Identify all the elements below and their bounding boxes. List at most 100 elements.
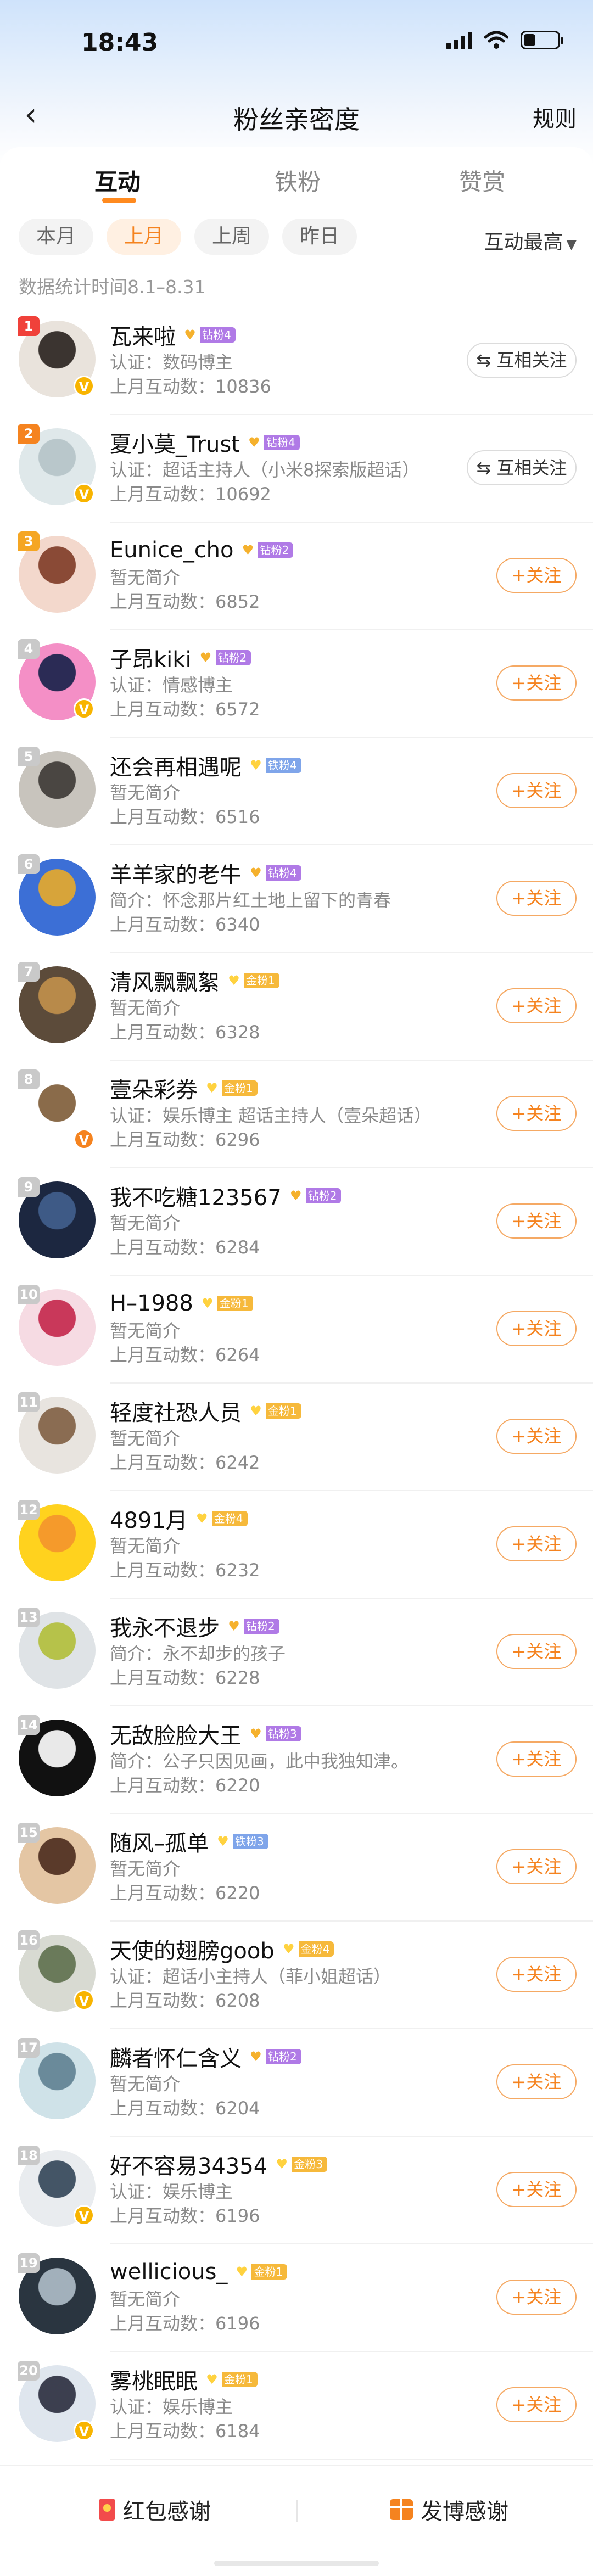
avatar-container[interactable]: 13 <box>18 1608 96 1689</box>
fan-info: H–1988 ♥ 金粉1 暂无简介 上月互动数：6264 <box>110 1288 467 1367</box>
avatar-container[interactable]: 19 <box>18 2253 96 2334</box>
fan-name[interactable]: 轻度社恐人员 <box>110 1395 242 1427</box>
fan-name[interactable]: 瓦来啦 <box>110 319 176 351</box>
post-thanks-button[interactable]: 发博感谢 <box>390 2494 508 2525</box>
fan-name[interactable]: 随风–孤单 <box>110 1825 209 1857</box>
avatar-container[interactable]: 15 <box>18 1823 96 1904</box>
avatar-container[interactable]: 5 <box>18 747 96 828</box>
mutual-follow-button[interactable]: ⇆ 互相关注 <box>467 343 577 378</box>
fan-name[interactable]: 子昂kiki <box>110 642 192 674</box>
fan-row[interactable]: 16 V 天使的翅膀goob ♥ 金粉4 认证：超话小主持人（菲小姐超话） 上月互动数：62… <box>0 1922 593 2029</box>
follow-button[interactable]: +关注 <box>496 558 577 593</box>
follow-button[interactable]: +关注 <box>496 1634 577 1669</box>
fan-name[interactable]: 好不容易34354 <box>110 2148 267 2180</box>
avatar-container[interactable]: 17 <box>18 2038 96 2119</box>
fan-row[interactable]: 17 麟者怀仁含义 ♥ 钻粉2 暂无简介 上月互动数：6204 +关注 <box>0 2029 593 2137</box>
fan-row[interactable]: 3 Eunice_cho ♥ 钻粉2 暂无简介 上月互动数：6852 +关注 <box>0 523 593 630</box>
avatar-container[interactable]: 10 <box>18 1285 96 1366</box>
rules-link[interactable]: 规则 <box>533 101 577 133</box>
follow-button[interactable]: +关注 <box>496 1957 577 1992</box>
rank-badge: 10 <box>18 1285 40 1304</box>
fan-name[interactable]: 雾桃眠眠 <box>110 2364 198 2395</box>
fan-row[interactable]: 1 V 瓦来啦 ♥ 钻粉4 认证：数码博主 上月互动数：10836 ⇆ 互相关注 <box>0 307 593 415</box>
fan-name[interactable]: 4891月 <box>110 1503 188 1535</box>
fan-info: 雾桃眠眠 ♥ 金粉1 认证：娱乐博主 上月互动数：6184 <box>110 2364 467 2443</box>
follow-button[interactable]: +关注 <box>496 1096 577 1131</box>
fan-name[interactable]: H–1988 <box>110 1291 193 1316</box>
follow-button[interactable]: +关注 <box>496 881 577 916</box>
avatar-container[interactable]: 14 <box>18 1715 96 1796</box>
fan-name[interactable]: 无敌脸脸大王 <box>110 1718 242 1750</box>
follow-button[interactable]: +关注 <box>496 2172 577 2207</box>
avatar-container[interactable]: 16 V <box>18 1930 96 2012</box>
fan-row[interactable]: 5 还会再相遇呢 ♥ 铁粉4 暂无简介 上月互动数：6516 +关注 <box>0 738 593 845</box>
tab-appreciation[interactable]: 赞赏 <box>459 164 505 197</box>
avatar-container[interactable]: 6 <box>18 854 96 936</box>
avatar-container[interactable]: 18 V <box>18 2146 96 2227</box>
fan-row[interactable]: 19 wellicious_ ♥ 金粉1 暂无简介 上月互动数：6196 +关注 <box>0 2244 593 2352</box>
avatar-container[interactable]: 20 V <box>18 2361 96 2442</box>
fan-row[interactable]: 9 我不吃糖123567 ♥ 钻粉2 暂无简介 上月互动数：6284 +关注 <box>0 1168 593 1276</box>
fan-name[interactable]: 羊羊家的老牛 <box>110 857 242 889</box>
avatar-container[interactable]: 7 <box>18 962 96 1043</box>
fan-row[interactable]: 6 羊羊家的老牛 ♥ 钻粉4 简介：怀念那片红土地上留下的青春 上月互动数：6340 +关注 <box>0 845 593 953</box>
fan-level-label: 金粉1 <box>222 2372 258 2387</box>
tab-interaction[interactable]: 互动 <box>94 164 141 197</box>
tab-iron-fans[interactable]: 铁粉 <box>275 164 321 197</box>
mutual-follow-button[interactable]: ⇆ 互相关注 <box>467 450 577 485</box>
avatar-container[interactable]: 1V <box>18 316 96 397</box>
fan-name[interactable]: 清风飘飘絮 <box>110 965 220 996</box>
fan-row[interactable]: 10 H–1988 ♥ 金粉1 暂无简介 上月互动数：6264 +关注 <box>0 1276 593 1384</box>
follow-button[interactable]: +关注 <box>496 1203 577 1239</box>
battery-level <box>524 34 535 46</box>
fan-row[interactable]: 18 V 好不容易34354 ♥ 金粉3 认证：娱乐博主 上月互动数：6196 +关注 <box>0 2137 593 2244</box>
follow-button[interactable]: +关注 <box>496 2387 577 2422</box>
fan-name[interactable]: 还会再相遇呢 <box>110 749 242 781</box>
red-packet-thanks-button[interactable]: 红包感谢 <box>99 2494 211 2525</box>
avatar-container[interactable]: 3 <box>18 531 96 613</box>
follow-button[interactable]: +关注 <box>496 1311 577 1346</box>
avatar-container[interactable]: 4V <box>18 639 96 720</box>
filter-last-month[interactable]: 上月 <box>107 219 182 255</box>
fan-name[interactable]: 麟者怀仁含义 <box>110 2041 242 2073</box>
fan-name[interactable]: 我不吃糖123567 <box>110 1180 282 1212</box>
follow-button[interactable]: +关注 <box>496 1741 577 1777</box>
avatar-container[interactable]: 9 <box>18 1177 96 1258</box>
filter-this-month[interactable]: 本月 <box>19 219 94 255</box>
name-line: 好不容易34354 ♥ 金粉3 <box>110 2149 467 2180</box>
fan-row[interactable]: 20 V 雾桃眠眠 ♥ 金粉1 认证：娱乐博主 上月互动数：6184 +关注 <box>0 2352 593 2460</box>
fan-row[interactable]: 15 随风–孤单 ♥ 铁粉3 暂无简介 上月互动数：6220 +关注 <box>0 1814 593 1922</box>
fan-row[interactable]: 8 V 壹朵彩券 ♥ 金粉1 认证：娱乐博主 超话主持人（壹朵超话） 上月互动数：6296 +… <box>0 1061 593 1168</box>
fan-row[interactable]: 12 4891月 ♥ 金粉4 暂无简介 上月互动数：6232 +关注 <box>0 1491 593 1599</box>
sort-dropdown[interactable]: 互动最高 ▼ <box>484 226 577 255</box>
fan-row[interactable]: 7 清风飘飘絮 ♥ 金粉1 暂无简介 上月互动数：6328 +关注 <box>0 953 593 1061</box>
follow-button[interactable]: +关注 <box>496 665 577 701</box>
fan-row[interactable]: 11 轻度社恐人员 ♥ 金粉1 暂无简介 上月互动数：6242 +关注 <box>0 1384 593 1491</box>
interaction-count: 上月互动数：10836 <box>110 376 271 397</box>
avatar-container[interactable]: 2V <box>18 424 96 505</box>
follow-button[interactable]: +关注 <box>496 1419 577 1454</box>
fan-name[interactable]: 壹朵彩券 <box>110 1072 198 1104</box>
fan-row[interactable]: 2 V 夏小莫_Trust ♥ 钻粉4 认证：超话主持人（小米8探索版超话） 上月互动数：1… <box>0 415 593 523</box>
avatar-container[interactable]: 11 <box>18 1392 96 1474</box>
follow-button[interactable]: +关注 <box>496 1849 577 1884</box>
filter-last-week[interactable]: 上周 <box>194 219 270 255</box>
fan-name[interactable]: Eunice_cho <box>110 537 234 563</box>
fan-row[interactable]: 14 无敌脸脸大王 ♥ 钻粉3 简介：公子只因见画，此中我独知津。 上月互动数：6220 +… <box>0 1706 593 1814</box>
filter-yesterday[interactable]: 昨日 <box>282 219 357 255</box>
fan-name[interactable]: wellicious_ <box>110 2259 227 2284</box>
follow-button[interactable]: +关注 <box>496 2064 577 2099</box>
fan-name[interactable]: 我永不退步 <box>110 1610 220 1642</box>
follow-button[interactable]: +关注 <box>496 2280 577 2315</box>
follow-button-label: +关注 <box>511 2394 562 2415</box>
fan-row[interactable]: 4 V 子昂kiki ♥ 钻粉2 认证：情感博主 上月互动数：6572 +关注 <box>0 630 593 738</box>
follow-button[interactable]: +关注 <box>496 773 577 808</box>
fan-name[interactable]: 夏小莫_Trust <box>110 427 240 458</box>
avatar-container[interactable]: 12 <box>18 1500 96 1581</box>
fan-row[interactable]: 13 我永不退步 ♥ 钻粉2 简介：永不却步的孩子 上月互动数：6228 +关注 <box>0 1599 593 1706</box>
fan-name[interactable]: 天使的翅膀goob <box>110 1933 275 1965</box>
fan-info: 轻度社恐人员 ♥ 金粉1 暂无简介 上月互动数：6242 <box>110 1396 467 1475</box>
follow-button[interactable]: +关注 <box>496 1526 577 1561</box>
follow-button[interactable]: +关注 <box>496 988 577 1023</box>
avatar-container[interactable]: 8V <box>18 1069 96 1151</box>
